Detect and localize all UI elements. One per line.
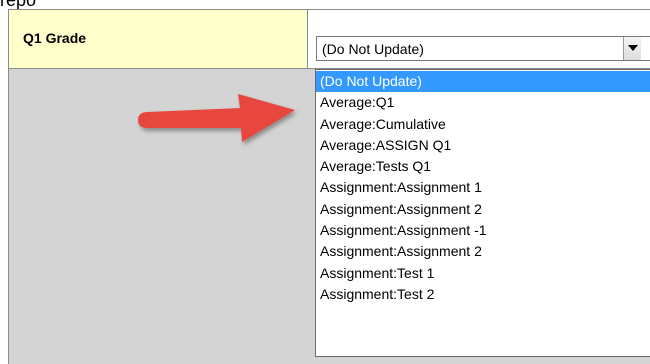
dropdown-option[interactable]: Assignment:Assignment 1 [316,177,650,198]
dropdown-option[interactable]: Average:Tests Q1 [316,156,650,177]
select-current-value: (Do Not Update) [322,41,424,57]
dropdown-option[interactable]: Average:Cumulative [316,114,650,135]
dropdown-option[interactable]: Assignment:Assignment -1 [316,220,650,241]
dropdown-option[interactable]: Average:Q1 [316,92,650,113]
dropdown-option[interactable]: Assignment:Test 1 [316,263,650,284]
field-label-cell: Q1 Grade [9,10,308,69]
screenshot-stage: repo Q1 Grade (Do Not Update) (Do Not Up… [0,0,650,364]
dropdown-option[interactable]: (Do Not Update) [316,71,650,93]
select-dropdown-button[interactable] [623,37,641,60]
triangle-down-icon [628,45,638,51]
field-label: Q1 Grade [23,30,87,46]
dropdown-option[interactable]: Assignment:Assignment 2 [316,241,650,262]
dropdown-option[interactable]: Assignment:Assignment 2 [316,199,650,220]
grade-select[interactable]: (Do Not Update) [316,36,650,61]
dropdown-option[interactable]: Average:ASSIGN Q1 [316,135,650,156]
red-arrow-right-icon [138,94,295,142]
dropdown-option[interactable]: Assignment:Test 2 [316,284,650,305]
dropdown-list[interactable]: (Do Not Update) Average:Q1 Average:Cumulat… [315,69,650,357]
